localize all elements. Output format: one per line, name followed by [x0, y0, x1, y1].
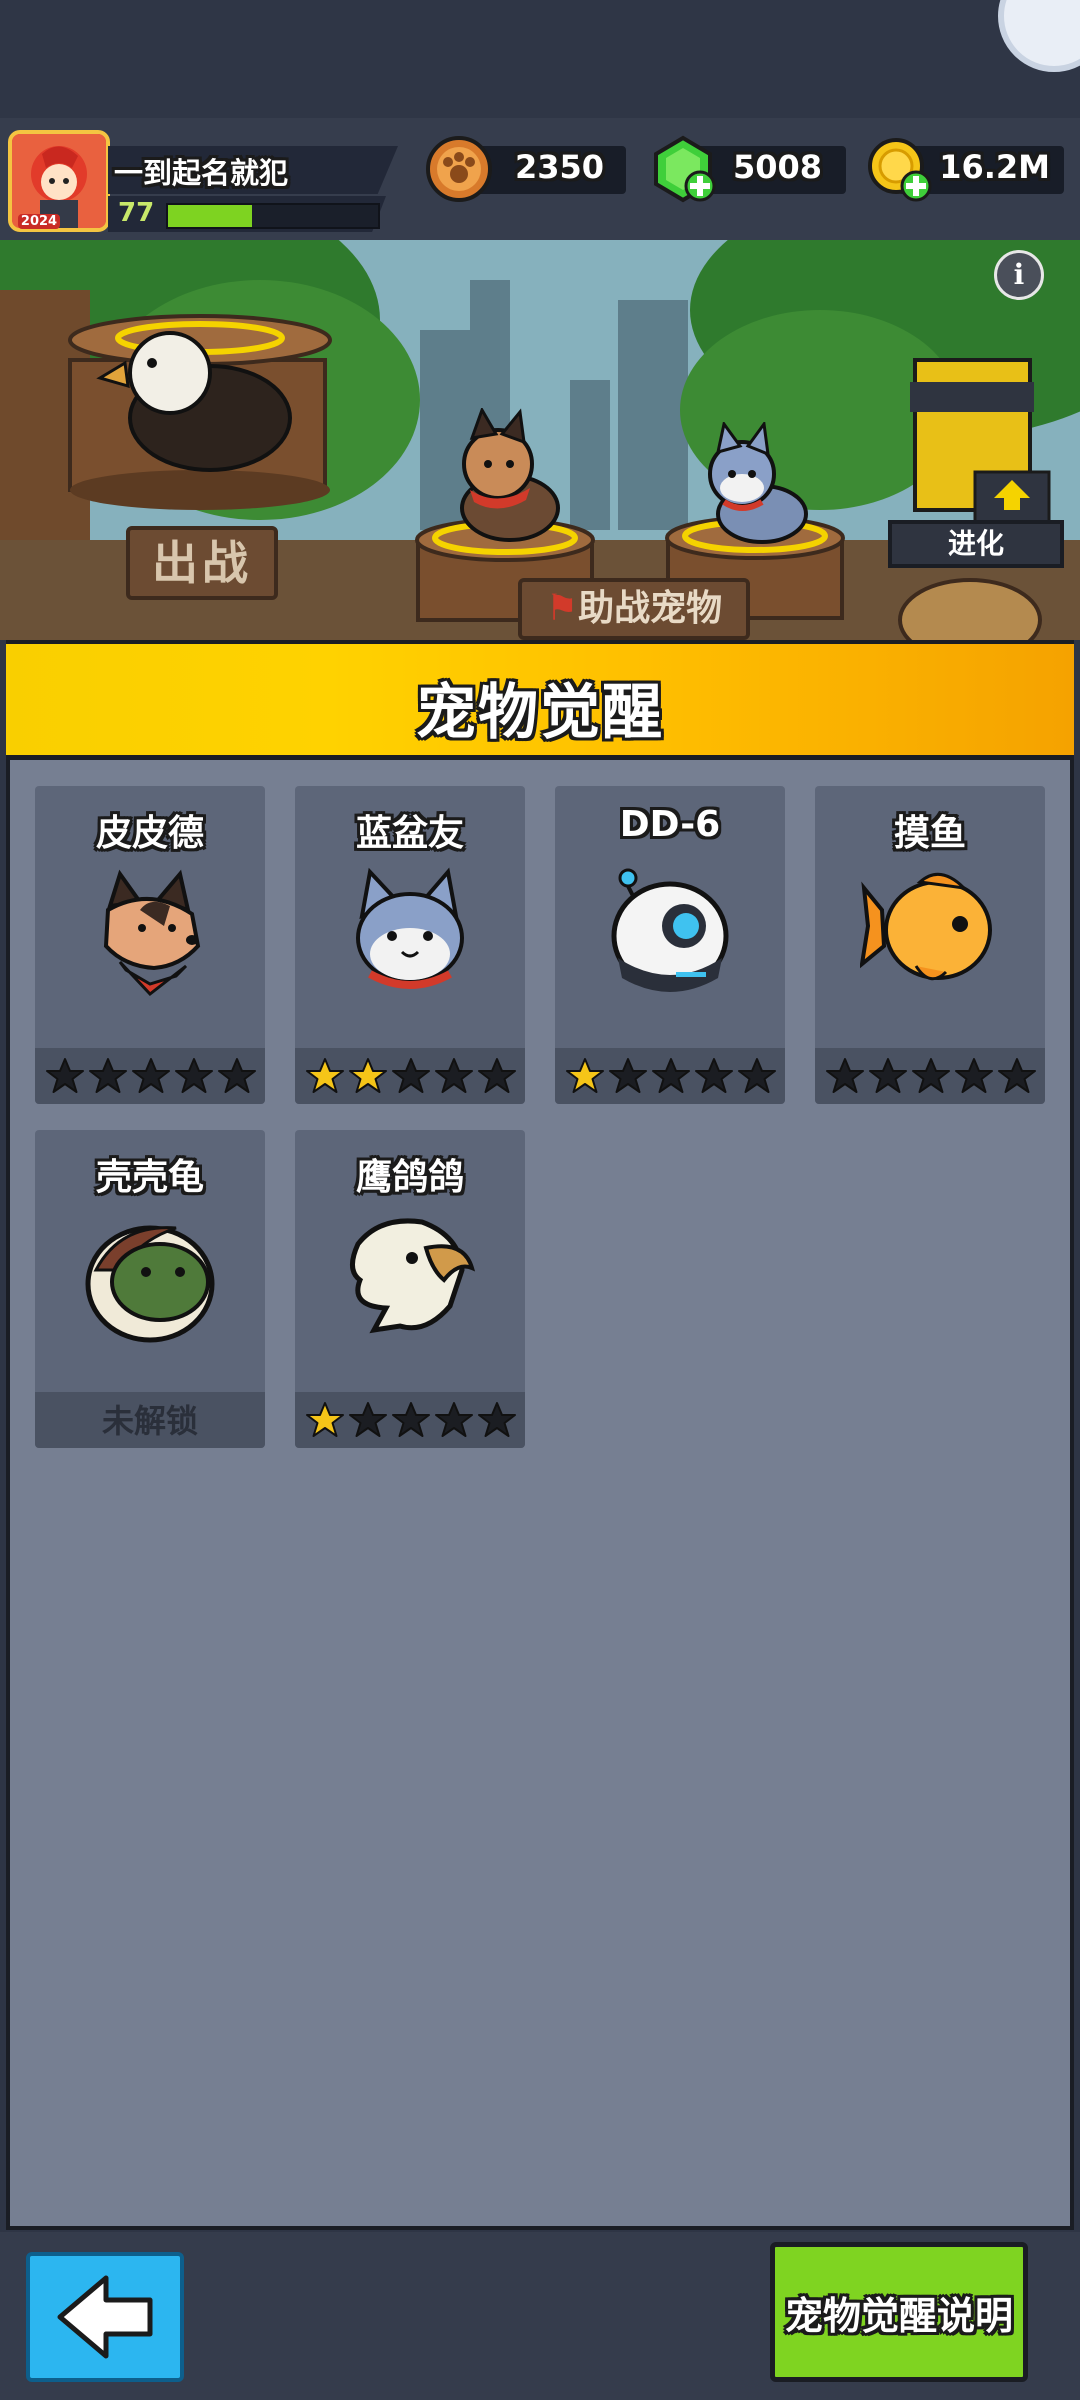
pet-name: DD-6 [619, 804, 721, 845]
star-empty-icon [478, 1058, 516, 1093]
pet-card-5[interactable]: 壳壳龟 未解锁 [35, 1130, 265, 1448]
star-filled-icon [306, 1402, 344, 1437]
star-rating [35, 1048, 265, 1104]
avatar-year-badge: 2024 [18, 214, 60, 229]
star-empty-icon [175, 1058, 213, 1093]
xp-progress-fill [168, 205, 252, 227]
evolve-button[interactable]: 进化 [888, 520, 1064, 568]
goldfish-icon [860, 872, 992, 981]
pet-card-3[interactable]: DD-6 [555, 786, 785, 1104]
xp-progress-bar [166, 203, 380, 229]
star-empty-icon [826, 1058, 864, 1093]
star-rating [555, 1048, 785, 1104]
star-rating [295, 1392, 525, 1448]
eagle-icon [350, 1218, 476, 1334]
star-empty-icon [955, 1058, 993, 1093]
gem-value: 5008 [732, 148, 822, 186]
deploy-sign[interactable]: 出战 [126, 526, 278, 600]
star-empty-icon [912, 1058, 950, 1093]
panel-title: 宠物觉醒 [416, 678, 664, 748]
star-filled-icon [306, 1058, 344, 1093]
gold-add-icon[interactable] [864, 134, 934, 204]
status-bar [0, 0, 1080, 118]
info-button[interactable]: i [994, 250, 1044, 300]
player-name: 一到起名就犯 [114, 156, 289, 190]
info-icon: i [1013, 258, 1025, 291]
pet-card-6[interactable]: 鹰鸽鸽 [295, 1130, 525, 1448]
awakening-guide-label: 宠物觉醒说明 [784, 2293, 1013, 2338]
star-empty-icon [89, 1058, 127, 1093]
husky-icon [356, 867, 464, 989]
star-empty-icon [652, 1058, 690, 1093]
back-button[interactable] [26, 2252, 184, 2382]
star-empty-icon [998, 1058, 1036, 1093]
star-filled-icon [566, 1058, 604, 1093]
gold-value: 16.2M [939, 148, 1050, 186]
star-rating [295, 1048, 525, 1104]
locked-label: 未解锁 [101, 1402, 198, 1440]
paw-coin-icon [426, 136, 492, 202]
locked-footer: 未解锁 [35, 1392, 265, 1448]
pet-card-1[interactable]: 皮皮德 [35, 786, 265, 1104]
player-level: 77 [118, 198, 155, 228]
star-empty-icon [392, 1402, 430, 1437]
gem-add-icon[interactable] [648, 134, 718, 204]
star-empty-icon [478, 1402, 516, 1437]
pet-card-2[interactable]: 蓝盆友 [295, 786, 525, 1104]
husky-pet-sprite [708, 422, 808, 544]
star-empty-icon [46, 1058, 84, 1093]
flag-icon: ⚑ [545, 588, 579, 629]
star-empty-icon [349, 1402, 387, 1437]
back-arrow-icon [57, 2275, 153, 2359]
star-empty-icon [695, 1058, 733, 1093]
star-empty-icon [218, 1058, 256, 1093]
eagle-pet-sprite [96, 331, 292, 472]
star-empty-icon [435, 1058, 473, 1093]
robot-icon [611, 868, 729, 992]
pet-card-4[interactable]: 摸鱼 [815, 786, 1045, 1104]
pet-name: 摸鱼 [893, 813, 966, 854]
star-rating [815, 1048, 1045, 1104]
turtle-icon [85, 1225, 215, 1343]
assist-pet-sign[interactable]: ⚑助战宠物 [518, 578, 750, 640]
star-filled-icon [349, 1058, 387, 1093]
star-empty-icon [738, 1058, 776, 1093]
star-empty-icon [869, 1058, 907, 1093]
assist-pet-label: 助战宠物 [578, 588, 723, 629]
shepherd-pet-sprite [460, 408, 560, 542]
pet-name: 鹰鸽鸽 [355, 1157, 464, 1198]
star-empty-icon [392, 1058, 430, 1093]
paw-coin-value: 2350 [514, 148, 604, 186]
star-empty-icon [132, 1058, 170, 1093]
shepherd-dog-icon [103, 869, 201, 997]
pet-name: 壳壳龟 [95, 1157, 204, 1198]
pet-name: 皮皮德 [95, 813, 204, 854]
pet-name: 蓝盆友 [355, 813, 464, 854]
star-empty-icon [435, 1402, 473, 1437]
awakening-guide-button[interactable]: 宠物觉醒说明 [770, 2242, 1028, 2382]
star-empty-icon [609, 1058, 647, 1093]
